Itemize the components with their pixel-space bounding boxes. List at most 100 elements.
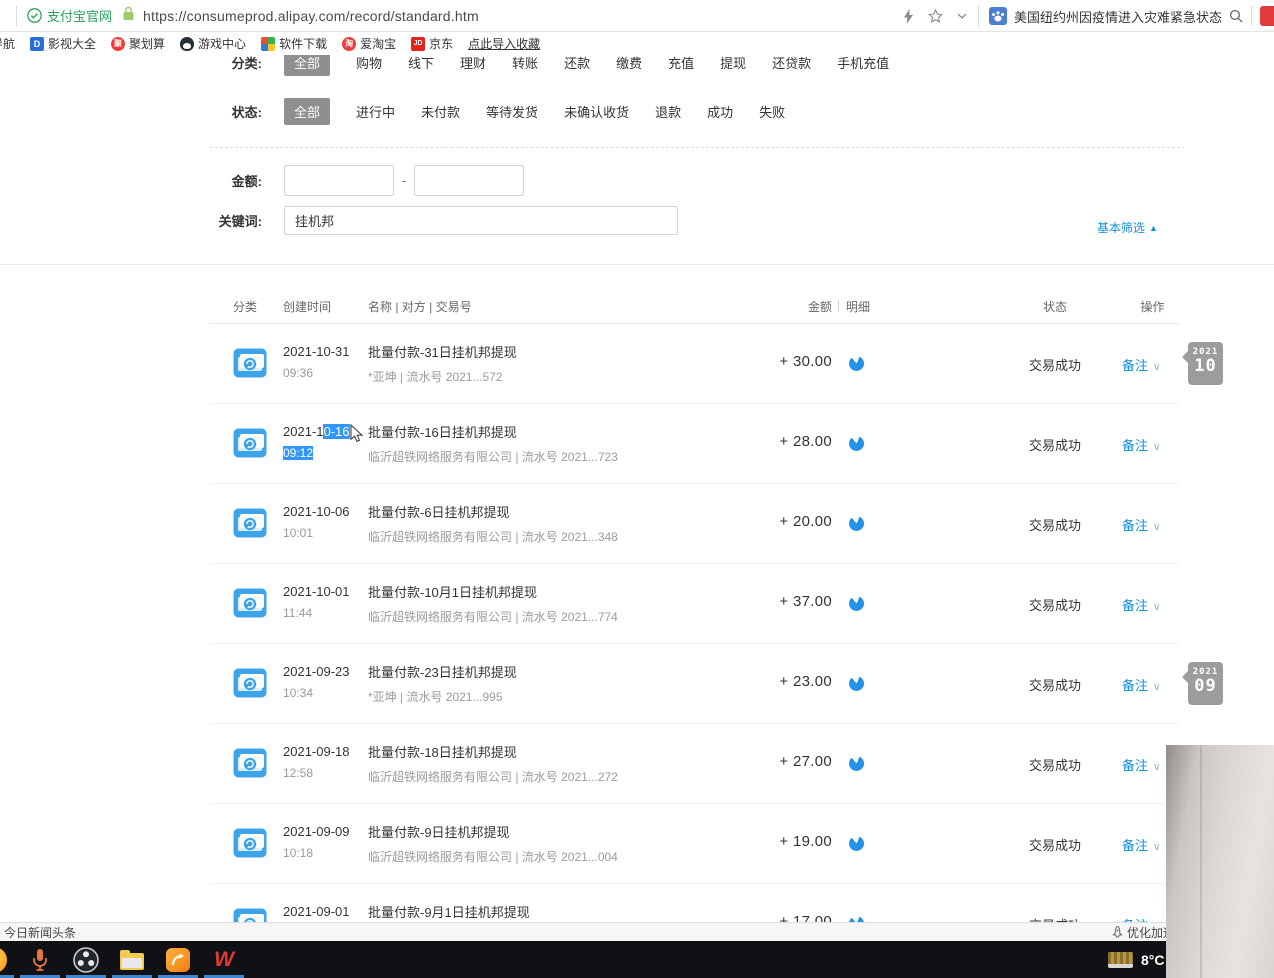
detail-pie-icon[interactable] bbox=[849, 756, 864, 771]
half-orb-browser-icon bbox=[0, 947, 7, 973]
basic-filter-toggle[interactable]: 基本筛选 ▲ bbox=[1097, 219, 1158, 236]
detail-pie-icon[interactable] bbox=[849, 436, 864, 451]
row-status: 交易成功 bbox=[1010, 435, 1100, 454]
row-name: 批量付款-6日挂机邦提现 临沂超铁网络服务有限公司 | 流水号 2021...3… bbox=[368, 502, 618, 545]
extension-icon[interactable] bbox=[1260, 6, 1274, 26]
amount-min-input[interactable] bbox=[284, 165, 394, 196]
row-name: 批量付款-31日挂机邦提现 *亚坤 | 流水号 2021...572 bbox=[368, 342, 517, 385]
remark-link[interactable]: 备注∨ bbox=[1122, 435, 1192, 454]
row-title: 批量付款-18日挂机邦提现 bbox=[368, 742, 618, 761]
bookmark-item[interactable]: 导航 bbox=[0, 35, 15, 52]
chevron-down-icon[interactable] bbox=[957, 13, 967, 20]
status-selected[interactable]: 全部 bbox=[284, 98, 330, 125]
category-label: 分类: bbox=[210, 53, 262, 72]
header-amount: 金额 bbox=[750, 298, 832, 315]
status-option[interactable]: 未确认收货 bbox=[564, 102, 629, 121]
category-option[interactable]: 还贷款 bbox=[772, 53, 811, 72]
status-option[interactable]: 等待发货 bbox=[486, 102, 538, 121]
status-option[interactable]: 退款 bbox=[655, 102, 681, 121]
lock-icon bbox=[122, 6, 135, 26]
row-datetime: 2021-09-23 10:34 bbox=[283, 663, 350, 700]
badge-month: 09 bbox=[1188, 677, 1223, 696]
month-badge[interactable]: 202110 bbox=[1188, 342, 1223, 385]
detail-pie-icon[interactable] bbox=[849, 676, 864, 691]
taskbar-obs-button[interactable] bbox=[63, 941, 109, 978]
header-action: 操作 bbox=[1125, 298, 1180, 315]
batch-payment-icon bbox=[233, 668, 267, 698]
taskbar-recorder-button[interactable] bbox=[155, 941, 201, 978]
amount-filter-row: 金额: - bbox=[210, 163, 524, 197]
temperature-label[interactable]: 8°C bbox=[1141, 952, 1165, 968]
detail-pie-icon[interactable] bbox=[849, 836, 864, 851]
news-paw-icon bbox=[989, 7, 1007, 25]
category-option[interactable]: 理财 bbox=[460, 53, 486, 72]
category-option[interactable]: 缴费 bbox=[616, 53, 642, 72]
row-amount: + 20.00 bbox=[680, 513, 832, 530]
batch-payment-icon bbox=[233, 748, 267, 778]
taskbar-folder-button[interactable] bbox=[109, 941, 155, 978]
amount-max-input[interactable] bbox=[414, 165, 524, 196]
keyboard-icon[interactable] bbox=[1108, 952, 1133, 968]
row-status: 交易成功 bbox=[1010, 355, 1100, 374]
taskbar-microphone-button[interactable] bbox=[17, 941, 63, 978]
row-amount: + 27.00 bbox=[680, 753, 832, 770]
category-option[interactable]: 购物 bbox=[356, 53, 382, 72]
row-datetime: 2021-10-31 09:36 bbox=[283, 343, 350, 380]
row-title: 批量付款-10月1日挂机邦提现 bbox=[368, 582, 618, 601]
bookmark-item[interactable]: 点此导入收藏 bbox=[468, 35, 540, 52]
win-grid-icon bbox=[261, 37, 275, 51]
tao-red-circle-icon: 聚 bbox=[111, 37, 125, 51]
bookmark-item[interactable]: 聚聚划算 bbox=[111, 35, 165, 52]
category-option[interactable]: 还款 bbox=[564, 53, 590, 72]
header-created: 创建时间 bbox=[283, 298, 331, 315]
category-option[interactable]: 转账 bbox=[512, 53, 538, 72]
news-headline-link[interactable]: 今日新闻头条 bbox=[4, 924, 76, 941]
webcam-overlay bbox=[1166, 745, 1274, 978]
address-bar: 支付宝官网 https://consumeprod.alipay.com/rec… bbox=[0, 0, 1274, 32]
row-name: 批量付款-16日挂机邦提现 临沂超铁网络服务有限公司 | 流水号 2021...… bbox=[368, 422, 618, 465]
url-text[interactable]: https://consumeprod.alipay.com/record/st… bbox=[143, 8, 479, 24]
month-badge[interactable]: 202109 bbox=[1188, 662, 1223, 705]
status-option[interactable]: 成功 bbox=[707, 102, 733, 121]
chevron-down-icon: ∨ bbox=[1153, 362, 1160, 373]
bookmark-item[interactable]: 淘爱淘宝 bbox=[342, 35, 396, 52]
status-option[interactable]: 进行中 bbox=[356, 102, 395, 121]
row-status: 交易成功 bbox=[1010, 675, 1100, 694]
row-amount: + 37.00 bbox=[680, 593, 832, 610]
site-verify-badge[interactable]: 支付宝官网 bbox=[27, 6, 112, 25]
remark-link[interactable]: 备注∨ bbox=[1122, 515, 1192, 534]
keyword-filter-row: 关键词: bbox=[210, 204, 678, 236]
category-option[interactable]: 充值 bbox=[668, 53, 694, 72]
table-body: 2021-10-31 09:36 批量付款-31日挂机邦提现 *亚坤 | 流水号… bbox=[210, 324, 1180, 964]
row-datetime: 2021-09-18 12:58 bbox=[283, 743, 350, 780]
taskbar-wps-button[interactable]: W bbox=[201, 941, 247, 978]
row-datetime: 2021-10-16 09:12 bbox=[283, 423, 350, 460]
video-blue-square-icon: D bbox=[30, 37, 44, 51]
bookmark-item[interactable]: 游戏中心 bbox=[180, 35, 246, 52]
category-option[interactable]: 提现 bbox=[720, 53, 746, 72]
category-option[interactable]: 线下 bbox=[408, 53, 434, 72]
category-option[interactable]: 手机充值 bbox=[837, 53, 889, 72]
detail-pie-icon[interactable] bbox=[849, 356, 864, 371]
row-title: 批量付款-9月1日挂机邦提现 bbox=[368, 902, 530, 921]
bookmark-label: 爱淘宝 bbox=[360, 35, 396, 52]
status-option[interactable]: 未付款 bbox=[421, 102, 460, 121]
keyword-input[interactable] bbox=[284, 206, 678, 235]
remark-link[interactable]: 备注∨ bbox=[1122, 595, 1192, 614]
bookmark-item[interactable]: 软件下载 bbox=[261, 35, 327, 52]
bookmark-item[interactable]: D影视大全 bbox=[30, 35, 96, 52]
taskbar-browser-button[interactable] bbox=[0, 941, 17, 978]
news-widget[interactable]: 美国纽约州因疫情进入灾难紧急状态 bbox=[989, 7, 1243, 26]
bookmark-item[interactable]: JD京东 bbox=[411, 35, 453, 52]
detail-pie-icon[interactable] bbox=[849, 516, 864, 531]
status-option[interactable]: 失败 bbox=[759, 102, 785, 121]
search-icon[interactable] bbox=[1229, 9, 1243, 23]
lightning-icon[interactable] bbox=[903, 9, 914, 24]
news-ticker-text[interactable]: 美国纽约州因疫情进入灾难紧急状态 bbox=[1014, 7, 1222, 26]
header-category: 分类 bbox=[233, 298, 257, 315]
star-icon[interactable] bbox=[928, 9, 943, 24]
detail-pie-icon[interactable] bbox=[849, 596, 864, 611]
table-row: 2021-09-23 10:34 批量付款-23日挂机邦提现 *亚坤 | 流水号… bbox=[210, 644, 1180, 724]
row-status: 交易成功 bbox=[1010, 595, 1100, 614]
row-title: 批量付款-6日挂机邦提现 bbox=[368, 502, 618, 521]
